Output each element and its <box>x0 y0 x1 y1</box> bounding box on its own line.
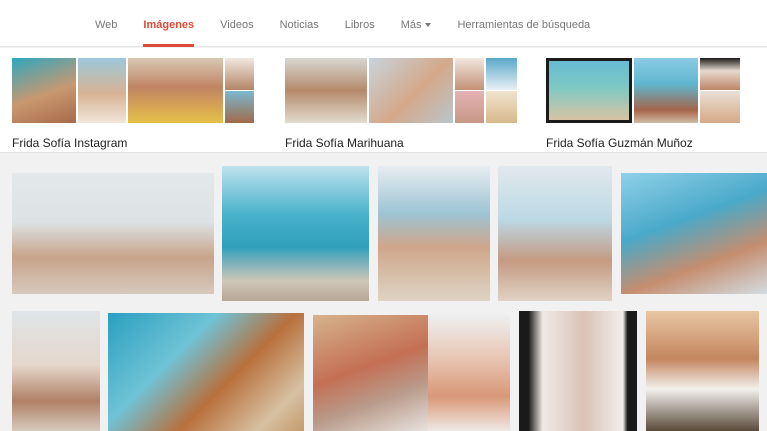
image-result[interactable] <box>222 166 369 301</box>
image-result[interactable] <box>108 313 304 431</box>
thumbnail-image <box>700 58 740 90</box>
thumbnail-image <box>225 91 254 123</box>
image-result[interactable] <box>12 173 214 294</box>
thumbnail-image <box>78 58 126 123</box>
chevron-down-icon <box>425 23 432 28</box>
tab-web[interactable]: Web <box>82 0 130 47</box>
image-result[interactable] <box>12 311 100 431</box>
image-result[interactable] <box>313 315 428 431</box>
tab-videos[interactable]: Videos <box>207 0 266 47</box>
related-search-thumbnail-collage <box>546 58 740 123</box>
related-search-marihuana[interactable]: Frida Sofía Marihuana <box>285 58 517 150</box>
related-search-label: Frida Sofía Instagram <box>12 136 128 150</box>
tab-search-tools[interactable]: Herramientas de búsqueda <box>444 0 603 47</box>
tab-images[interactable]: Imágenes <box>130 0 207 47</box>
tab-books[interactable]: Libros <box>332 0 388 47</box>
thumbnail-image <box>700 91 740 123</box>
thumbnail-image <box>486 91 517 123</box>
image-result[interactable] <box>378 166 490 301</box>
image-result[interactable] <box>428 315 510 431</box>
related-search-thumbnail-collage <box>12 58 254 123</box>
search-tabs: Web Imágenes Videos Noticias Libros Más … <box>82 0 603 47</box>
related-search-instagram[interactable]: Frida Sofía Instagram <box>12 58 254 150</box>
related-search-label: Frida Sofía Marihuana <box>285 136 404 150</box>
tab-news[interactable]: Noticias <box>267 0 332 47</box>
thumbnail-image <box>455 58 484 90</box>
thumbnail-image <box>369 58 453 123</box>
thumbnail-image <box>12 58 76 123</box>
thumbnail-image <box>455 91 484 123</box>
thumbnail-image <box>285 58 367 123</box>
thumbnail-image <box>225 58 254 90</box>
thumbnail-image <box>546 58 632 123</box>
thumbnail-image <box>634 58 698 123</box>
related-search-thumbnail-collage <box>285 58 517 123</box>
image-result[interactable] <box>498 166 612 301</box>
image-result[interactable] <box>621 173 767 294</box>
thumbnail-image <box>128 58 223 123</box>
related-search-label: Frida Sofía Guzmán Muñoz <box>546 136 693 150</box>
tab-more[interactable]: Más <box>388 0 445 47</box>
tab-more-label: Más <box>400 19 422 31</box>
image-result[interactable] <box>519 311 637 431</box>
image-result[interactable] <box>646 311 759 431</box>
related-search-guzman-munoz[interactable]: Frida Sofía Guzmán Muñoz <box>546 58 740 150</box>
search-tabs-bar: Web Imágenes Videos Noticias Libros Más … <box>0 0 767 47</box>
thumbnail-image <box>486 58 517 90</box>
related-searches-bar: Frida Sofía Instagram Frida Sofía Marihu… <box>0 48 767 153</box>
